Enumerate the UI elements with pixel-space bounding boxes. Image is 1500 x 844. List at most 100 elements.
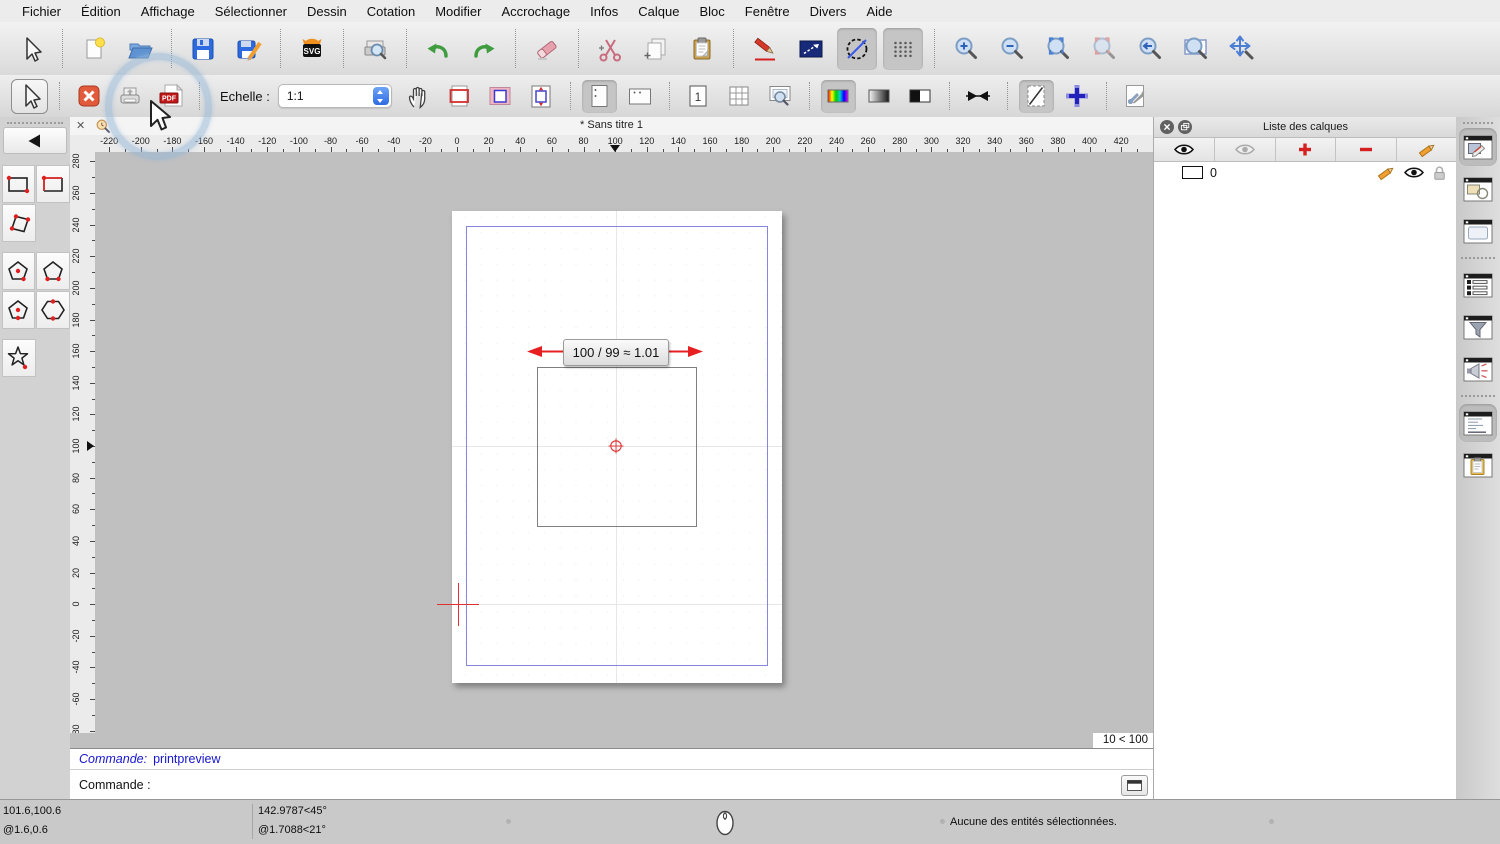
dock-grip[interactable] xyxy=(1463,122,1493,124)
scale-select[interactable]: 1:1 xyxy=(278,84,392,108)
paper-settings-button[interactable] xyxy=(483,80,518,113)
draw-circle-button[interactable] xyxy=(837,28,877,70)
select-tool-button[interactable] xyxy=(11,28,51,70)
menu-modifier[interactable]: Modifier xyxy=(425,4,491,19)
hide-all-layers-button[interactable] xyxy=(1215,138,1276,161)
dock-pen-settings-button[interactable] xyxy=(1459,128,1497,166)
polygon-center-tangent-button[interactable] xyxy=(2,291,36,329)
delete-entities-button[interactable] xyxy=(527,28,567,70)
tiled-pages-icon xyxy=(725,82,753,110)
single-page-button[interactable]: 1 xyxy=(681,80,716,113)
close-print-preview-button[interactable] xyxy=(71,80,106,113)
menu-edition[interactable]: Édition xyxy=(71,4,131,19)
rectangle-3-points-button[interactable] xyxy=(2,204,36,242)
pencil-orange-icon[interactable] xyxy=(1377,164,1396,181)
panel-float-icon[interactable] xyxy=(1178,120,1192,134)
panel-close-icon[interactable] xyxy=(1160,120,1174,134)
cut-button[interactable] xyxy=(590,28,630,70)
show-crosses-button[interactable] xyxy=(1060,80,1095,113)
dock-entity-filter-button[interactable] xyxy=(1459,308,1497,346)
polygon-side-button[interactable] xyxy=(36,291,70,329)
copy-button[interactable] xyxy=(636,28,676,70)
eye-icon[interactable] xyxy=(1403,165,1425,180)
zoom-pan-button[interactable] xyxy=(1222,28,1262,70)
menu-bloc[interactable]: Bloc xyxy=(689,4,734,19)
polygon-center-corner-button[interactable] xyxy=(2,252,36,290)
tiled-pages-button[interactable] xyxy=(722,80,757,113)
toolbar-separator xyxy=(570,82,571,110)
preview-select-tool-button[interactable] xyxy=(11,79,48,114)
new-document-button[interactable] xyxy=(74,28,114,70)
zoom-previous-button[interactable] xyxy=(1130,28,1170,70)
zoom-out-button[interactable] xyxy=(992,28,1032,70)
menu-selectionner[interactable]: Sélectionner xyxy=(205,4,297,19)
print-blackwhite-button[interactable] xyxy=(903,80,938,113)
layer-row[interactable]: 0 xyxy=(1154,162,1457,183)
draw-rectangle-button[interactable] xyxy=(791,28,831,70)
zoom-in-button[interactable] xyxy=(946,28,986,70)
paste-button[interactable] xyxy=(682,28,722,70)
show-all-layers-button[interactable] xyxy=(1154,138,1215,161)
lock-icon[interactable] xyxy=(1432,165,1447,181)
toggle-lineweights-button[interactable] xyxy=(961,80,996,113)
menu-calque[interactable]: Calque xyxy=(628,4,689,19)
print-grayscale-button[interactable] xyxy=(862,80,897,113)
menu-divers[interactable]: Divers xyxy=(800,4,857,19)
rectangle-2-corners-button[interactable] xyxy=(2,165,36,203)
print-button[interactable] xyxy=(112,80,147,113)
save-as-button[interactable] xyxy=(229,28,269,70)
star-tool-button[interactable] xyxy=(2,339,36,377)
zoom-selected-button[interactable] xyxy=(1084,28,1124,70)
menu-aide[interactable]: Aide xyxy=(856,4,902,19)
export-pdf-button[interactable]: PDF xyxy=(153,80,188,113)
dock-command-window-button[interactable] xyxy=(1459,404,1497,442)
command-input[interactable]: Commande : xyxy=(70,770,1153,800)
undo-button[interactable] xyxy=(418,28,458,70)
orientation-landscape-button[interactable] xyxy=(623,80,658,113)
rectangle-corner-button[interactable] xyxy=(36,165,70,203)
preview-options-button[interactable] xyxy=(1118,80,1153,113)
ruler-label: 220 xyxy=(71,241,81,271)
snap-grid-button[interactable] xyxy=(883,28,923,70)
menu-fenetre[interactable]: Fenêtre xyxy=(735,4,800,19)
draft-mode-button[interactable] xyxy=(1019,80,1054,113)
pan-page-button[interactable] xyxy=(401,80,436,113)
menu-dessin[interactable]: Dessin xyxy=(297,4,357,19)
redo-button[interactable] xyxy=(464,28,504,70)
canvas-bottom-strip: 10 < 100 xyxy=(70,733,1153,748)
edit-layer-button[interactable] xyxy=(1397,138,1457,161)
zoom-auto-button[interactable] xyxy=(1038,28,1078,70)
print-color-button[interactable] xyxy=(821,80,856,113)
drawing-canvas[interactable]: 100 / 99 ≈ 1.01 xyxy=(95,152,1153,733)
fit-drawing-to-page-button[interactable] xyxy=(442,80,477,113)
palette-back-button[interactable] xyxy=(3,127,67,154)
dock-preview-window-button[interactable] xyxy=(1459,212,1497,250)
dock-notifications-button[interactable] xyxy=(1459,350,1497,388)
orientation-portrait-button[interactable] xyxy=(582,80,617,113)
dock-block-list-button[interactable] xyxy=(1459,170,1497,208)
dock-clipboard-button[interactable] xyxy=(1459,446,1497,484)
print-preview-button[interactable] xyxy=(355,28,395,70)
zoom-page-button[interactable] xyxy=(763,80,798,113)
command-detach-button[interactable] xyxy=(1121,775,1148,796)
polygon-2-vertices-button[interactable] xyxy=(36,252,70,290)
open-document-button[interactable] xyxy=(120,28,160,70)
center-on-page-button[interactable] xyxy=(524,80,559,113)
menu-infos[interactable]: Infos xyxy=(580,4,628,19)
remove-layer-button[interactable] xyxy=(1336,138,1397,161)
draw-line-button[interactable] xyxy=(745,28,785,70)
stepper-icon[interactable] xyxy=(373,87,389,105)
palette-row xyxy=(0,203,70,242)
menu-cotation[interactable]: Cotation xyxy=(357,4,425,19)
zoom-window-button[interactable] xyxy=(1176,28,1216,70)
snap-grid-icon xyxy=(888,34,918,64)
layer-color-swatch[interactable] xyxy=(1182,166,1203,179)
palette-grip[interactable] xyxy=(7,122,63,124)
menu-accrochage[interactable]: Accrochage xyxy=(491,4,580,19)
add-layer-button[interactable] xyxy=(1276,138,1337,161)
dock-library-browser-button[interactable] xyxy=(1459,266,1497,304)
export-svg-button[interactable]: SVG xyxy=(292,28,332,70)
save-button[interactable] xyxy=(183,28,223,70)
menu-affichage[interactable]: Affichage xyxy=(131,4,205,19)
menu-fichier[interactable]: Fichier xyxy=(12,4,71,19)
